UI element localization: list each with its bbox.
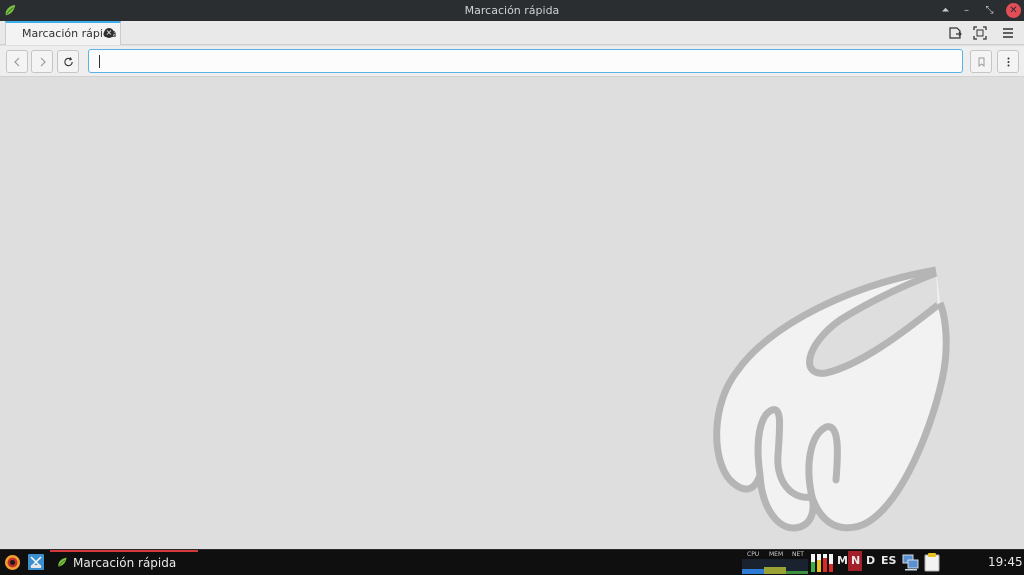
clipboard-icon[interactable] [923, 552, 941, 572]
net-monitor-label: NET [792, 551, 804, 558]
window-titlebar: Marcación rápida ⏶ – ⤡ ✕ [0, 0, 1024, 21]
forward-button[interactable] [31, 50, 53, 73]
tab-close-icon[interactable]: × [104, 28, 114, 38]
close-button[interactable]: ✕ [1006, 3, 1021, 18]
mem-monitor-label: MEM [769, 551, 784, 558]
qupzilla-leaf-icon [58, 557, 67, 567]
address-bar[interactable] [88, 49, 963, 73]
tab-label: Marcación rápida [22, 27, 117, 40]
navigation-bar [0, 46, 1024, 77]
back-icon [14, 57, 20, 67]
tab-bar: Marcación rápida × [0, 21, 1024, 45]
text-caret [99, 55, 100, 68]
bookmark-icon [978, 57, 985, 68]
tab-speed-dial[interactable]: Marcación rápida × [5, 21, 121, 45]
system-taskbar: Marcación rápida CPU MEM NET M N D ES 19… [0, 549, 1024, 575]
show-desktop-icon[interactable] [27, 553, 45, 571]
start-menu-icon[interactable] [4, 554, 21, 571]
back-button[interactable] [6, 50, 28, 73]
taskbar-item-browser[interactable]: Marcación rápida [50, 550, 198, 574]
address-input[interactable] [97, 52, 952, 70]
cpu-monitor-label: CPU [747, 551, 760, 558]
lock-indicator-d: D [866, 554, 876, 567]
reload-button[interactable] [57, 50, 79, 73]
qupzilla-watermark-icon [713, 266, 950, 532]
lock-indicator-m: M [837, 554, 848, 567]
bookmark-button[interactable] [970, 50, 992, 73]
shade-button[interactable]: ⏶ [938, 3, 953, 18]
battery-bars-icon[interactable] [810, 552, 834, 574]
menu-icon[interactable] [1000, 25, 1016, 41]
lock-indicator-n: N [848, 551, 862, 571]
minimize-button[interactable]: – [959, 3, 974, 18]
clock[interactable]: 19:45 [988, 555, 1023, 569]
taskbar-item-label: Marcación rápida [73, 556, 177, 570]
fullscreen-icon[interactable] [972, 25, 988, 41]
restore-button[interactable]: ⤡ [982, 3, 997, 18]
reload-icon [64, 57, 73, 67]
speed-dial-page [0, 77, 1024, 547]
network-icon[interactable] [902, 553, 920, 571]
active-indicator [50, 550, 198, 552]
window-title: Marcación rápida [464, 4, 560, 17]
keyboard-layout-indicator[interactable]: ES [881, 554, 896, 567]
closed-tabs-icon[interactable] [947, 25, 963, 41]
system-monitor-graph[interactable] [742, 559, 808, 574]
forward-icon [40, 57, 46, 67]
more-menu-icon [1007, 57, 1010, 67]
more-menu-button[interactable] [997, 50, 1019, 73]
